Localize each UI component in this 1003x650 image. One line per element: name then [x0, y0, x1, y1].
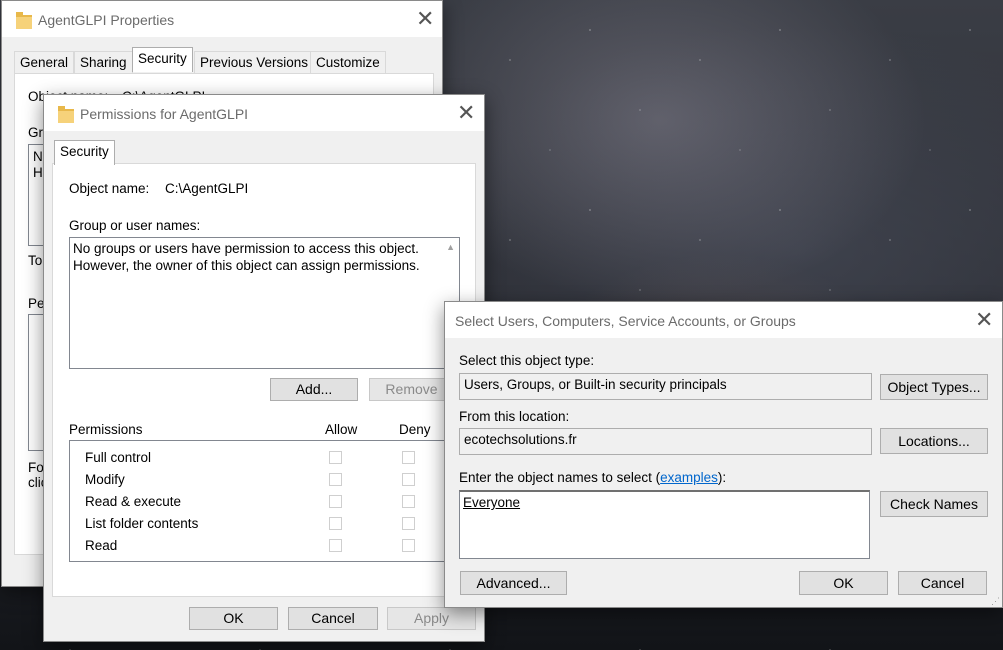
remove-button[interactable]: Remove [369, 378, 454, 401]
tab-previous-versions[interactable]: Previous Versions [194, 51, 315, 74]
permissions-titlebar: Permissions for AgentGLPI ✕ [44, 95, 484, 131]
group-list-line: However, the owner of this object can as… [73, 258, 420, 273]
enter-names-label: Enter the object names to select (exampl… [459, 470, 726, 485]
ok-button[interactable]: OK [799, 571, 888, 595]
allow-checkbox[interactable] [329, 451, 342, 464]
tab-general[interactable]: General [14, 51, 75, 74]
resize-grip-icon[interactable]: ⋰ [991, 597, 1000, 606]
allow-checkbox[interactable] [329, 473, 342, 486]
scroll-up-icon[interactable]: ▲ [446, 242, 455, 252]
allow-checkbox[interactable] [329, 539, 342, 552]
select-titlebar: Select Users, Computers, Service Account… [445, 302, 1002, 338]
allow-checkbox[interactable] [329, 495, 342, 508]
folder-icon [16, 12, 32, 29]
close-icon[interactable]: ✕ [416, 8, 434, 30]
permissions-list[interactable]: Full control Modify Read & execute List … [69, 440, 460, 562]
deny-checkbox[interactable] [402, 539, 415, 552]
object-names-input[interactable]: Everyone [459, 490, 870, 559]
tab-sharing[interactable]: Sharing [74, 51, 133, 74]
permissions-window: Permissions for AgentGLPI ✕ Security Obj… [43, 94, 485, 642]
select-users-dialog: Select Users, Computers, Service Account… [444, 301, 1003, 608]
close-icon[interactable]: ✕ [975, 309, 993, 331]
properties-titlebar: AgentGLPI Properties ✕ [2, 1, 442, 37]
perm-row-read-execute: Read & execute [85, 494, 182, 509]
permissions-label: Permissions [69, 422, 143, 437]
to-label: To [28, 253, 43, 268]
object-names-value: Everyone [463, 495, 521, 510]
object-type-field: Users, Groups, or Built-in security prin… [459, 373, 872, 400]
select-title: Select Users, Computers, Service Account… [455, 313, 796, 329]
perm-row-modify: Modify [85, 472, 125, 487]
advanced-button[interactable]: Advanced... [460, 571, 567, 595]
ok-button[interactable]: OK [189, 607, 278, 630]
cancel-button[interactable]: Cancel [288, 607, 378, 630]
deny-label: Deny [399, 422, 431, 437]
perm-row-full-control: Full control [85, 450, 152, 465]
cancel-button[interactable]: Cancel [898, 571, 987, 595]
check-names-button[interactable]: Check Names [880, 491, 988, 517]
apply-button[interactable]: Apply [387, 607, 476, 630]
examples-link[interactable]: examples [660, 470, 718, 485]
properties-title: AgentGLPI Properties [38, 12, 175, 28]
allow-label: Allow [325, 422, 358, 437]
enter-names-prefix: Enter the object names to select ( [459, 470, 661, 485]
close-icon[interactable]: ✕ [457, 102, 475, 124]
enter-names-suffix: ): [717, 470, 727, 485]
folder-icon [58, 106, 74, 123]
object-types-button[interactable]: Object Types... [880, 374, 988, 400]
perm-row-list-folder: List folder contents [85, 516, 199, 531]
group-list-line: No groups or users have permission to ac… [73, 241, 419, 256]
location-label: From this location: [459, 409, 570, 424]
group-label: Group or user names: [69, 218, 201, 233]
deny-checkbox[interactable] [402, 473, 415, 486]
location-field: ecotechsolutions.fr [459, 428, 872, 455]
permissions-title: Permissions for AgentGLPI [80, 106, 249, 122]
tab-security[interactable]: Security [54, 140, 115, 165]
add-button[interactable]: Add... [270, 378, 358, 401]
tab-customize[interactable]: Customize [310, 51, 386, 74]
deny-checkbox[interactable] [402, 451, 415, 464]
object-type-label: Select this object type: [459, 353, 595, 368]
object-name-value: C:\AgentGLPI [165, 181, 249, 196]
perm-row-read: Read [85, 538, 118, 553]
group-list[interactable]: No groups or users have permission to ac… [69, 237, 460, 369]
tab-security[interactable]: Security [132, 47, 193, 72]
allow-checkbox[interactable] [329, 517, 342, 530]
object-name-label: Object name: [69, 181, 150, 196]
deny-checkbox[interactable] [402, 517, 415, 530]
deny-checkbox[interactable] [402, 495, 415, 508]
locations-button[interactable]: Locations... [880, 428, 988, 454]
